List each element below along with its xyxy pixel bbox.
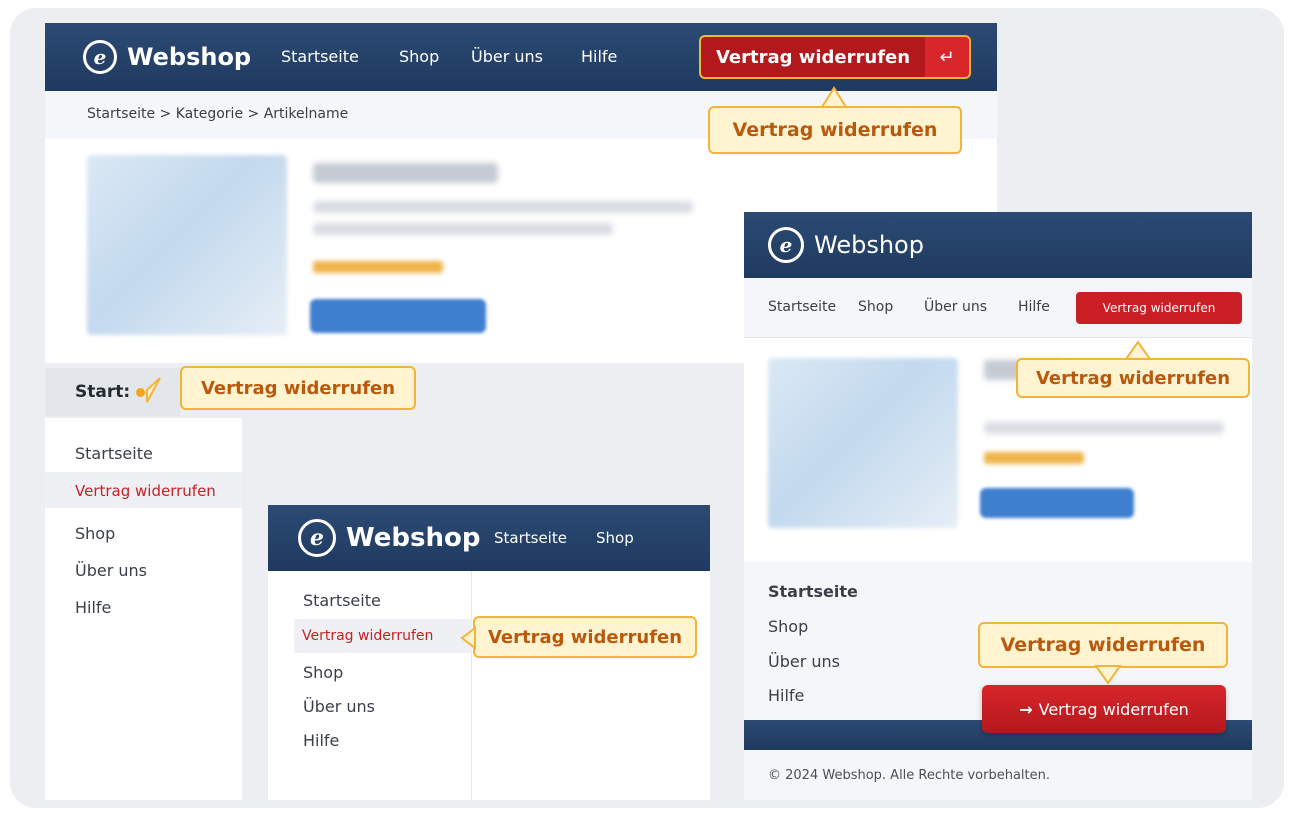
- middle-sidebar-item-hilfe[interactable]: Hilfe: [303, 731, 339, 750]
- start-label-area: Start:: [45, 368, 180, 416]
- footer-nav-ueber-uns[interactable]: Über uns: [768, 652, 840, 671]
- middle-sidebar-revoke-row[interactable]: Vertrag widerrufen: [294, 619, 472, 653]
- header-revoke-button[interactable]: Vertrag widerrufen ↵: [699, 35, 971, 79]
- nav-ueber-uns[interactable]: Über uns: [471, 47, 543, 66]
- desktop-sidebar: Startseite Vertrag widerrufen Shop Über …: [45, 418, 242, 800]
- logo-e-icon: e: [83, 40, 117, 74]
- product-rating-blur: [313, 261, 443, 273]
- right-add-to-cart-blur: [980, 488, 1134, 518]
- right-nav-shop[interactable]: Shop: [858, 299, 893, 315]
- enter-icon: ↵: [925, 37, 969, 77]
- right-nav-bar: Startseite Shop Über uns Hilfe Vertrag w…: [744, 278, 1252, 338]
- brand-name: Webshop: [127, 43, 252, 71]
- header-revoke-label: Vertrag widerrufen: [715, 46, 911, 68]
- right-nav-revoke-button[interactable]: Vertrag widerrufen: [1076, 292, 1242, 324]
- right-nav-callout-label: Vertrag widerrufen: [1035, 367, 1231, 389]
- footer-callout-label: Vertrag widerrufen: [1000, 634, 1206, 656]
- right-nav-revoke-label: Vertrag widerrufen: [1102, 301, 1216, 315]
- desktop-header: e Webshop Startseite Shop Über uns Hilfe…: [45, 23, 997, 91]
- logo-e-icon: e: [298, 519, 336, 557]
- footer-nav-startseite[interactable]: Startseite: [768, 582, 858, 601]
- nav-hilfe[interactable]: Hilfe: [581, 47, 617, 66]
- right-product-image: [768, 358, 958, 528]
- product-title-blur: [313, 163, 498, 183]
- middle-sidebar-item-ueber-uns[interactable]: Über uns: [303, 697, 375, 716]
- middle-nav-startseite[interactable]: Startseite: [494, 529, 567, 547]
- right-nav-hilfe[interactable]: Hilfe: [1018, 299, 1050, 315]
- start-callout-label: Vertrag widerrufen: [200, 377, 396, 399]
- start-dot-icon: [136, 387, 146, 397]
- footer-revoke-button[interactable]: → Vertrag widerrufen: [982, 685, 1226, 733]
- middle-nav-shop[interactable]: Shop: [596, 529, 634, 547]
- right-logo[interactable]: e Webshop: [768, 225, 924, 265]
- product-desc-blur-2: [313, 223, 613, 235]
- footer-callout: Vertrag widerrufen: [978, 622, 1228, 668]
- sidebar-item-ueber-uns[interactable]: Über uns: [75, 561, 147, 580]
- sidebar-item-vertrag-widerrufen: Vertrag widerrufen: [75, 482, 216, 500]
- middle-sidebar: Startseite Vertrag widerrufen Shop Über …: [268, 571, 472, 800]
- add-to-cart-blur: [310, 299, 486, 333]
- sidebar-item-shop[interactable]: Shop: [75, 524, 115, 543]
- product-image: [87, 155, 287, 335]
- right-header: e Webshop: [744, 212, 1252, 278]
- logo-e-icon: e: [768, 227, 804, 263]
- header-callout-label: Vertrag widerrufen: [732, 119, 938, 141]
- right-rating-blur: [984, 452, 1084, 464]
- middle-callout: Vertrag widerrufen: [473, 616, 697, 658]
- copyright-text: © 2024 Webshop. Alle Rechte vorbehalten.: [768, 768, 1051, 783]
- desktop-logo[interactable]: e Webshop: [83, 37, 251, 77]
- footer-nav-hilfe[interactable]: Hilfe: [768, 686, 804, 705]
- footer-revoke-label: Vertrag widerrufen: [1038, 699, 1189, 719]
- product-desc-blur: [313, 201, 693, 213]
- footer-nav-shop[interactable]: Shop: [768, 617, 808, 636]
- right-nav-callout: Vertrag widerrufen: [1016, 358, 1250, 398]
- middle-header: e Webshop Startseite Shop: [268, 505, 710, 571]
- nav-startseite[interactable]: Startseite: [281, 47, 359, 66]
- middle-brand-name: Webshop: [346, 523, 481, 553]
- right-nav-startseite[interactable]: Startseite: [768, 299, 836, 315]
- nav-shop[interactable]: Shop: [399, 47, 439, 66]
- arrow-right-icon: →: [1019, 699, 1033, 719]
- header-callout: Vertrag widerrufen: [708, 106, 962, 154]
- copyright-area: © 2024 Webshop. Alle Rechte vorbehalten.: [744, 750, 1252, 800]
- breadcrumb-text: Startseite > Kategorie > Artikelname: [87, 106, 349, 122]
- start-label: Start:: [75, 382, 131, 402]
- middle-sidebar-item-vertrag-widerrufen: Vertrag widerrufen: [302, 628, 434, 644]
- middle-sidebar-item-startseite[interactable]: Startseite: [303, 591, 381, 610]
- start-callout: Vertrag widerrufen: [180, 366, 416, 410]
- sidebar-item-revoke-row[interactable]: Vertrag widerrufen: [45, 472, 242, 508]
- right-brand-name: Webshop: [814, 231, 924, 259]
- middle-sidebar-item-shop[interactable]: Shop: [303, 663, 343, 682]
- middle-callout-label: Vertrag widerrufen: [487, 626, 683, 648]
- middle-logo[interactable]: e Webshop: [298, 517, 480, 559]
- right-nav-ueber-uns[interactable]: Über uns: [924, 299, 987, 315]
- mockup-canvas: e Webshop Startseite Shop Über uns Hilfe…: [10, 8, 1284, 808]
- sidebar-item-startseite[interactable]: Startseite: [75, 444, 153, 463]
- right-desc-blur: [984, 422, 1224, 434]
- sidebar-item-hilfe[interactable]: Hilfe: [75, 598, 111, 617]
